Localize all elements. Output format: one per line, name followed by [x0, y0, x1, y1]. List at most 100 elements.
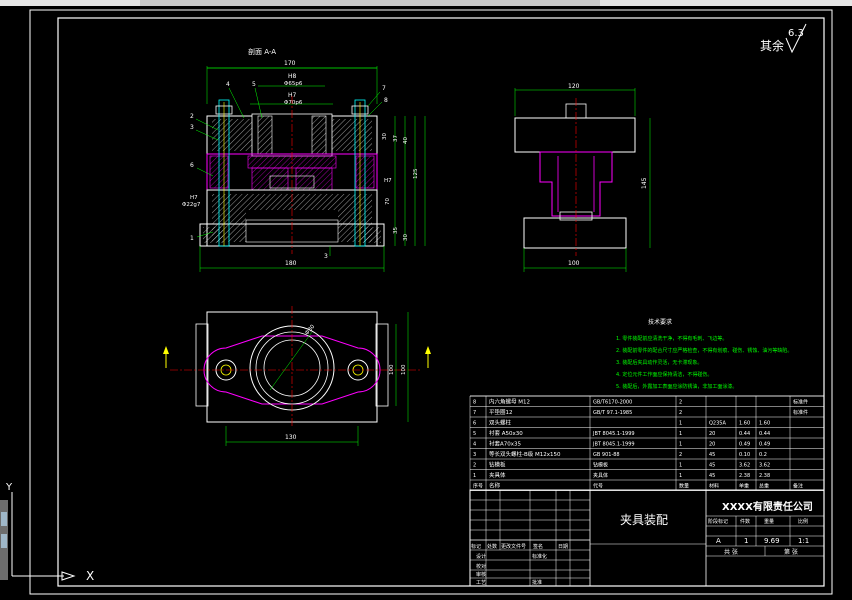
left-toolbar-strip[interactable]: [0, 500, 8, 580]
role-review: 审核: [476, 571, 486, 578]
bom-cell: 3: [473, 452, 476, 458]
sheet-total: 共 张: [724, 548, 738, 556]
bom-cell: 45: [709, 452, 715, 458]
bom-header-cell: 代号: [593, 483, 603, 490]
dim-plan-height-a: 100: [389, 364, 395, 375]
dim-front-width-bottom: 180: [285, 260, 297, 267]
dim-h-35: 35: [393, 227, 399, 234]
dim-plan-height-b: 100: [401, 364, 407, 375]
dim-bore1-fit: Φ65p6: [284, 81, 303, 87]
tb-col-scale: 比例: [798, 518, 808, 525]
bom-cell: 1: [679, 473, 682, 479]
bom-cell: 7: [473, 410, 476, 416]
bom-header-cell: 备注: [793, 483, 803, 490]
bom-cell: 6: [473, 421, 476, 427]
tb-val-qty: 1: [744, 537, 748, 545]
dim-h-37: 37: [393, 135, 399, 142]
bom-cell: 0.2: [759, 452, 767, 458]
tb-val-weight: 9.69: [764, 537, 780, 545]
role-design: 设计: [476, 553, 486, 560]
drawing-title: 夹具装配: [620, 513, 668, 527]
bom-cell: 衬套 A50x30: [489, 429, 523, 437]
rev-h-sign: 签名: [533, 543, 543, 550]
sheet-number: 第 张: [784, 548, 798, 556]
bom-cell: 钻模板: [489, 461, 506, 469]
dim-bore2-fit: Φ70p6: [284, 100, 303, 106]
role-standard: 标准化: [532, 553, 547, 560]
bom-cell: 夹具体: [593, 472, 608, 479]
bom-cell: 1: [679, 442, 682, 448]
dim-h-125: 125: [413, 168, 419, 179]
note-1: 1. 零件装配前应清洗干净，不得有毛刺、飞边等。: [616, 335, 727, 342]
tb-col-qty: 件数: [740, 518, 750, 525]
dim-side-height: 145: [641, 177, 648, 189]
bom-cell: 标准件: [793, 399, 808, 406]
tb-col-stage: 阶段标记: [708, 518, 728, 525]
bom-cell: 衬套A70x35: [489, 440, 522, 448]
bom-header-cell: 总重: [759, 483, 769, 490]
dim-h-30: 30: [382, 133, 388, 140]
bom-cell: 1: [679, 421, 682, 427]
bom-cell: 2.38: [759, 473, 770, 479]
ucs-icon: Y X: [5, 482, 94, 583]
bom-cell: 5: [473, 431, 476, 437]
role-approve: 批准: [532, 579, 542, 586]
dim-side-fit: H7: [190, 195, 198, 201]
bom-cell: GB/T6170-2000: [593, 400, 632, 406]
bom-header-cell: 数量: [679, 483, 689, 490]
plan-view: Φ30 130 100 100: [163, 306, 431, 446]
bom-cell: 20: [709, 431, 715, 437]
drawing-svg: 剖面 A-A 其余 6.3 170 H8 Φ65p6 H7 Φ70p6 180 …: [5, 9, 833, 595]
dim-side-fit2: Φ22g7: [182, 202, 201, 208]
bom-cell: JBT 8045.1-1999: [592, 431, 635, 437]
bom-cell: 夹具体: [489, 471, 506, 479]
rev-h-mark: 标记: [471, 543, 481, 550]
bom-cell: 2: [679, 400, 682, 406]
bom-cell: 45: [709, 463, 715, 469]
cad-canvas[interactable]: 剖面 A-A 其余 6.3 170 H8 Φ65p6 H7 Φ70p6 180 …: [0, 6, 852, 596]
bom-cell: 钻模板: [593, 462, 608, 469]
label-bottom-3: 3: [324, 253, 328, 260]
toolbar-button[interactable]: [1, 534, 7, 548]
note-4: 4. 定位元件工作面应保持清洁，不得碰伤。: [616, 371, 712, 378]
note-5: 5. 装配后，外露加工表面应涂防锈油，非加工面涂漆。: [616, 383, 737, 390]
bom-cell: 2: [473, 463, 476, 469]
bom-cell: 1: [473, 473, 476, 479]
rev-h-doc: 更改文件号: [501, 543, 526, 550]
technical-notes: 技术要求 1. 零件装配前应清洗干净，不得有毛刺、飞边等。 2. 装配前零件的配…: [616, 318, 792, 390]
bom-cell: 等长双头螺柱-B级 M12x150: [489, 450, 561, 458]
toolbar-button[interactable]: [1, 512, 7, 526]
bom-cell: 2.38: [739, 473, 750, 479]
bom-cell: 45: [709, 473, 715, 479]
section-title: 剖面 A-A: [248, 47, 276, 56]
side-view: 120 145 100: [514, 83, 651, 272]
bom-cell: 1: [679, 463, 682, 469]
dim-h-30b: 30: [403, 234, 409, 241]
note-3: 3. 装配后夹具动作灵活，无卡滞现象。: [616, 359, 702, 366]
bom-cell: 双头螺柱: [489, 419, 512, 427]
bom-cell: GB 901-88: [593, 452, 620, 458]
notes-title: 技术要求: [648, 318, 672, 326]
title-block: 夹具装配 XXXX有限责任公司 阶段标记 件数 重量 比例 A 1 9.69 1…: [469, 489, 825, 587]
sheet-outer-border: [29, 9, 833, 595]
bom-cell: 4: [473, 442, 476, 448]
bom-cell: 0.49: [759, 442, 770, 448]
balloon-4: 4: [226, 81, 230, 88]
tb-val-scale: 1:1: [798, 537, 809, 545]
balloon-5: 5: [252, 81, 256, 88]
tb-col-weight: 重量: [764, 518, 774, 525]
bom-cell: 1.60: [739, 421, 750, 427]
role-process: 工艺: [476, 580, 486, 586]
dim-side-width-top: 120: [568, 83, 580, 90]
roughness-value: 6.3: [788, 28, 804, 39]
bom-cell: 3.62: [759, 463, 770, 469]
bom-cell: 0.44: [759, 431, 770, 437]
dim-h-40: 40: [403, 137, 409, 144]
dim-front-width-top: 170: [284, 60, 296, 67]
balloon-2: 2: [190, 113, 194, 120]
bom-cell: 3.62: [739, 463, 750, 469]
balloon-7: 7: [382, 85, 386, 92]
bom-cell: GB/T 97.1-1985: [593, 410, 632, 416]
note-2: 2. 装配前零件的配合尺寸应严格检查，不得有划痕、碰伤、锈蚀、油污等缺陷。: [616, 347, 792, 354]
bom-cell: JBT 8045.1-1999: [592, 442, 635, 448]
